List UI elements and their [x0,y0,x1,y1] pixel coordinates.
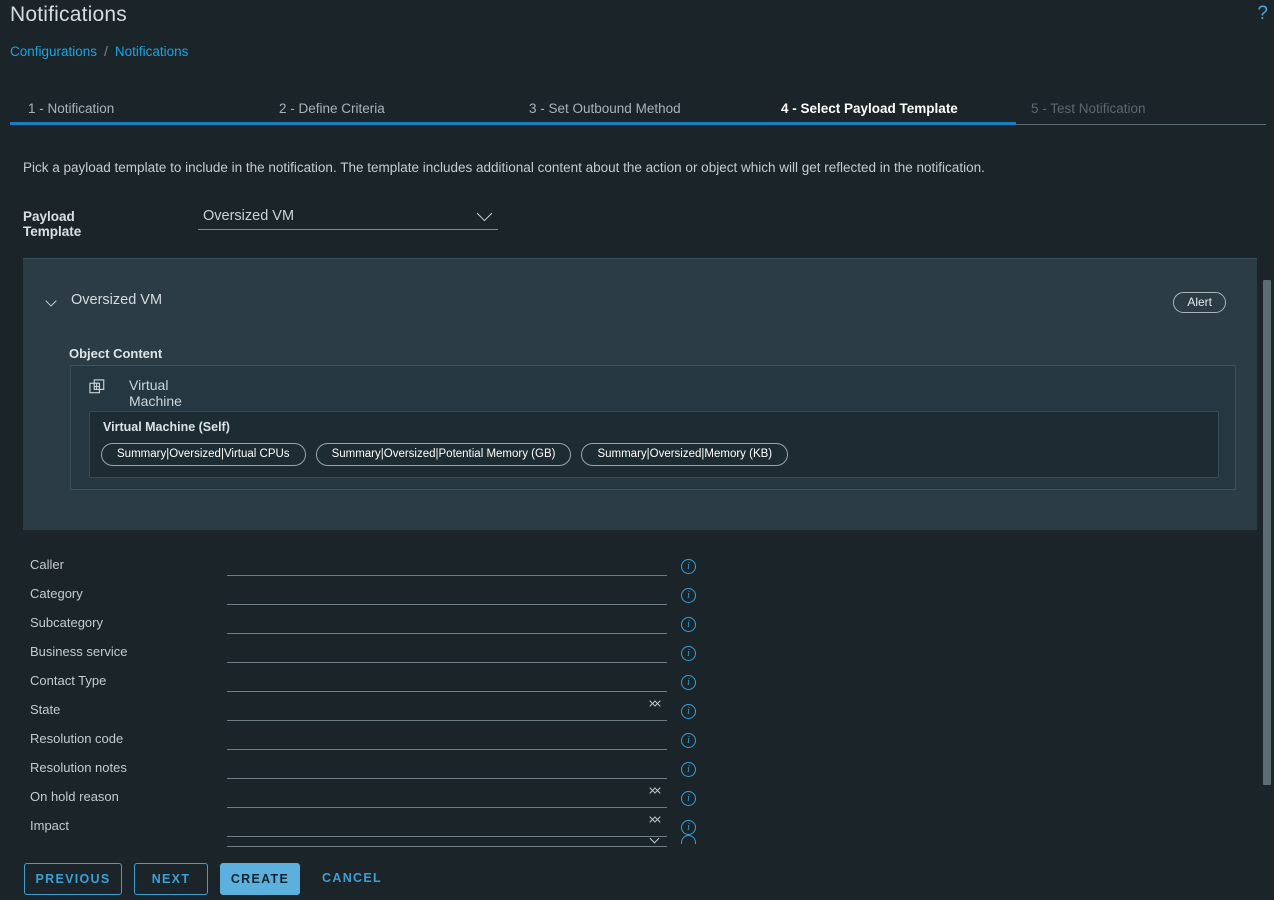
stepper-arrows-icon[interactable] [649,695,661,715]
on-hold-reason-input[interactable] [227,781,667,808]
tabs-progress-indicator [10,122,1016,125]
field-label: On hold reason [30,789,119,804]
info-icon[interactable]: i [681,733,696,748]
payload-template-select[interactable]: Oversized VM [198,204,498,230]
info-icon[interactable]: i [681,588,696,603]
contact-type-input[interactable] [227,665,667,692]
info-icon[interactable] [681,835,696,844]
metric-chip-list: Summary|Oversized|Virtual CPUs Summary|O… [101,443,789,466]
wizard-footer: PREVIOUS NEXT CREATE CANCEL [0,855,1274,900]
object-self-group: Virtual Machine (Self) Summary|Oversized… [89,411,1219,478]
stepper-arrows-icon[interactable] [649,811,661,831]
field-label: Business service [30,644,128,659]
info-icon[interactable]: i [681,820,696,835]
metric-chip[interactable]: Summary|Oversized|Potential Memory (GB) [315,443,572,466]
category-input[interactable] [227,578,667,605]
info-icon[interactable]: i [681,617,696,632]
object-title: Virtual Machine [129,377,182,409]
state-input[interactable] [227,694,667,721]
breadcrumb-notifications[interactable]: Notifications [115,44,189,59]
info-icon[interactable]: i [681,791,696,806]
breadcrumb-configurations[interactable]: Configurations [10,44,97,59]
metric-chip[interactable]: Summary|Oversized|Memory (KB) [581,443,789,466]
help-question-icon[interactable]: ? [1257,3,1268,25]
card-header: Oversized VM Alert [23,259,1257,313]
field-label: State [30,702,61,717]
previous-button[interactable]: PREVIOUS [24,863,122,895]
object-self-title: Virtual Machine (Self) [103,420,230,434]
info-icon[interactable]: i [681,762,696,777]
caller-input[interactable] [227,549,667,576]
object-card-virtual-machine: Virtual Machine Virtual Machine (Self) S… [70,365,1236,490]
chevron-down-icon[interactable] [45,295,57,307]
tab-test-notification: 5 - Test Notification [1031,101,1146,116]
clipped-next-field-input[interactable] [227,838,667,847]
info-icon[interactable]: i [681,559,696,574]
object-content-label: Object Content [69,346,163,361]
stepper-arrows-icon[interactable] [649,838,661,845]
field-label: Impact [30,818,70,833]
field-label: Caller [30,557,64,572]
notification-fields-form: Caller i Category i Subcategory i Busine… [0,554,1274,847]
alert-badge[interactable]: Alert [1173,292,1226,313]
tab-select-payload-template[interactable]: 4 - Select Payload Template [781,94,958,124]
payload-template-label: Payload Template [23,209,82,239]
stepper-arrows-icon[interactable] [649,782,661,802]
payload-template-value: Oversized VM [203,208,295,224]
resolution-code-input[interactable] [227,723,667,750]
field-label: Resolution code [30,731,124,746]
create-button[interactable]: CREATE [220,863,300,895]
info-icon[interactable]: i [681,675,696,690]
tab-define-criteria[interactable]: 2 - Define Criteria [279,94,385,124]
page-title: Notifications [10,3,127,26]
field-label: Contact Type [30,673,107,688]
metric-chip[interactable]: Summary|Oversized|Virtual CPUs [101,443,306,466]
vertical-scrollbar-thumb[interactable] [1263,280,1271,785]
impact-input[interactable] [227,810,667,837]
notifications-wizard-page: Notifications ? Configurations / Notificat… [0,0,1274,900]
info-icon[interactable]: i [681,646,696,661]
breadcrumb-separator: / [104,44,108,59]
tab-notification[interactable]: 1 - Notification [28,94,114,124]
field-label: Resolution notes [30,760,127,775]
card-title: Oversized VM [71,292,163,308]
payload-template-card: Oversized VM Alert Object Content Virtua… [23,258,1257,530]
business-service-input[interactable] [227,636,667,663]
virtual-machine-icon [89,379,105,394]
subcategory-input[interactable] [227,607,667,634]
vertical-scrollbar-track[interactable] [1260,130,1274,850]
field-label: Category [30,586,83,601]
step-description: Pick a payload template to include in th… [23,160,985,175]
resolution-notes-input[interactable] [227,752,667,779]
tab-set-outbound-method[interactable]: 3 - Set Outbound Method [529,94,681,124]
wizard-tabs: 1 - Notification 2 - Define Criteria 3 -… [10,94,1266,128]
field-label: Subcategory [30,615,103,630]
cancel-button[interactable]: CANCEL [312,863,392,895]
breadcrumb: Configurations / Notifications [10,42,188,62]
chevron-down-icon [476,205,493,222]
next-button[interactable]: NEXT [134,863,208,895]
info-icon[interactable]: i [681,704,696,719]
